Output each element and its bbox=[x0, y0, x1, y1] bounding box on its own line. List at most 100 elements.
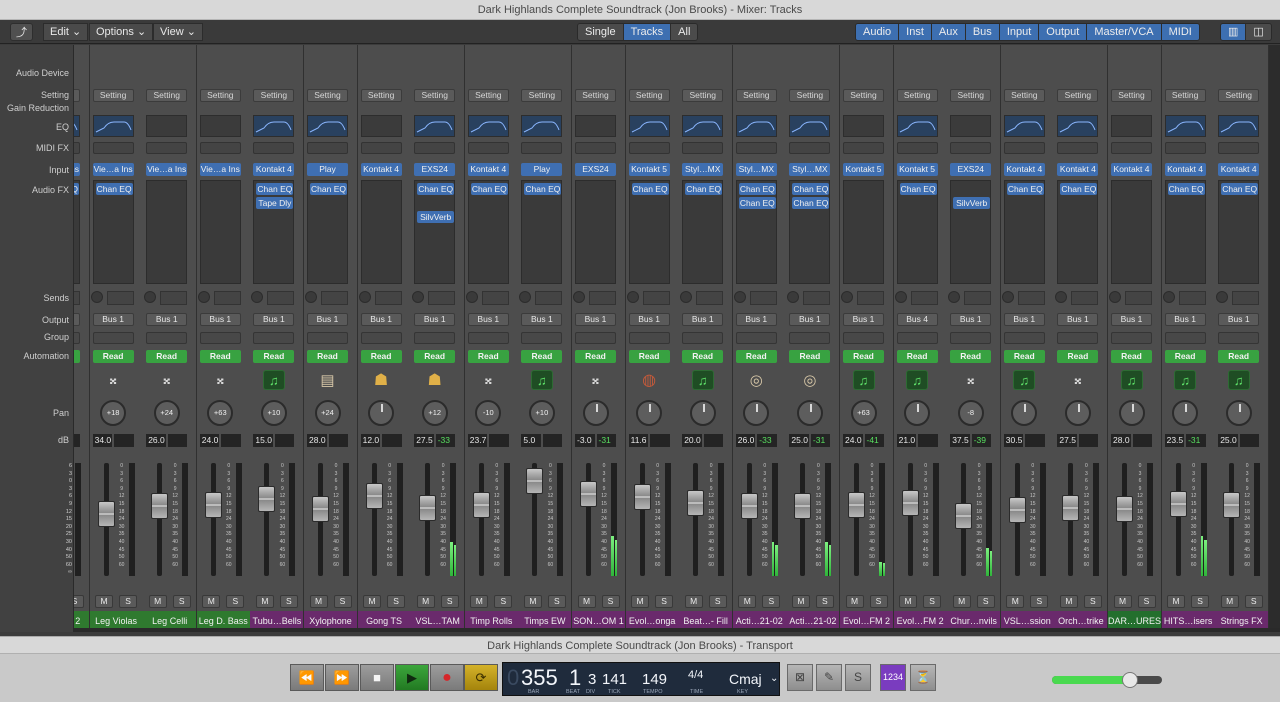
audio-fx-area[interactable]: Chan EQ Tape Dly bbox=[253, 180, 295, 284]
automation-mode-button[interactable]: Read bbox=[628, 350, 670, 363]
sends-slot[interactable] bbox=[1071, 291, 1099, 305]
options-menu[interactable]: Options ⌄ bbox=[89, 23, 154, 41]
send-knob[interactable] bbox=[197, 291, 210, 303]
chevron-down-icon[interactable]: ⌄ bbox=[770, 673, 778, 684]
midi-fx-slot[interactable] bbox=[1003, 142, 1045, 154]
fader-track[interactable] bbox=[1229, 463, 1235, 576]
stop-button[interactable]: ■ bbox=[360, 664, 394, 691]
send-knob[interactable] bbox=[465, 291, 478, 303]
record-button[interactable]: ● bbox=[430, 664, 464, 691]
audio-fx-area[interactable] bbox=[146, 180, 188, 284]
replace-icon[interactable]: ⊠ bbox=[787, 664, 813, 691]
send-knob[interactable] bbox=[144, 291, 157, 303]
fader-cap[interactable] bbox=[687, 490, 705, 516]
setting-button[interactable]: Setting bbox=[360, 89, 402, 102]
peak-level-value[interactable] bbox=[1078, 434, 1099, 447]
setting-button[interactable]: Setting bbox=[1218, 89, 1260, 102]
mute-button[interactable]: M bbox=[684, 595, 703, 608]
group-slot[interactable] bbox=[74, 332, 80, 344]
midi-fx-slot[interactable] bbox=[789, 142, 831, 154]
pan-knob[interactable]: +18 bbox=[100, 400, 127, 426]
sends-slot[interactable] bbox=[1232, 291, 1260, 305]
audio-fx-slot[interactable]: Chan EQ bbox=[1006, 183, 1044, 195]
peak-level-value[interactable]: -31 bbox=[596, 434, 616, 447]
eq-display[interactable] bbox=[1111, 115, 1152, 137]
pan-knob[interactable] bbox=[689, 400, 716, 426]
input-slot[interactable]: Kontakt 4 bbox=[360, 163, 402, 176]
input-slot[interactable]: Play bbox=[521, 163, 563, 176]
automation-mode-button[interactable]: Read bbox=[896, 350, 938, 363]
eq-display[interactable] bbox=[1003, 115, 1045, 137]
volume-fader[interactable]: 036912151824303540455060 bbox=[468, 463, 510, 578]
solo-button[interactable]: S bbox=[1244, 595, 1263, 608]
filter-audio[interactable]: Audio bbox=[856, 24, 900, 40]
audio-fx-area[interactable] bbox=[843, 180, 884, 284]
sends-slot[interactable] bbox=[642, 291, 670, 305]
output-slot[interactable]: Bus 1 bbox=[1164, 313, 1206, 326]
midi-fx-slot[interactable] bbox=[146, 142, 188, 154]
volume-fader[interactable]: 036912151824303540455060 bbox=[414, 463, 457, 578]
volume-fader[interactable]: 036912151824303540455060 bbox=[146, 463, 189, 578]
audio-fx-slot[interactable]: Chan EQ bbox=[899, 183, 937, 195]
output-slot[interactable]: Bus 1 bbox=[843, 313, 884, 326]
setting-button[interactable]: Setting bbox=[628, 89, 670, 102]
sends-slot[interactable] bbox=[481, 291, 509, 305]
send-knob[interactable] bbox=[733, 291, 746, 303]
group-slot[interactable] bbox=[1164, 332, 1206, 344]
sends-slot[interactable] bbox=[428, 291, 456, 305]
fader-cap[interactable] bbox=[204, 492, 222, 518]
input-slot[interactable]: Kontakt 5 bbox=[843, 163, 884, 176]
audio-fx-slot[interactable]: Tape Dly bbox=[256, 197, 294, 209]
fader-cap[interactable] bbox=[901, 490, 919, 516]
output-slot[interactable]: Bus 1 bbox=[467, 313, 509, 326]
automation-mode-button[interactable]: Read bbox=[575, 350, 616, 363]
mute-button[interactable]: M bbox=[1059, 595, 1078, 608]
input-slot[interactable]: Kontakt 4 bbox=[253, 163, 295, 176]
audio-fx-area[interactable]: SilvVerb bbox=[950, 180, 992, 284]
output-slot[interactable]: Bus 1 bbox=[146, 313, 188, 326]
sends-slot[interactable] bbox=[374, 291, 402, 305]
solo-button[interactable]: S bbox=[815, 595, 834, 608]
setting-button[interactable]: Setting bbox=[1003, 89, 1045, 102]
midi-fx-slot[interactable] bbox=[735, 142, 777, 154]
audio-fx-area[interactable]: Chan EQ Chan EQ bbox=[735, 180, 777, 284]
volume-fader[interactable]: 036912151824303540455060 bbox=[629, 463, 671, 578]
setting-button[interactable]: Setting bbox=[575, 89, 616, 102]
volume-db-value[interactable]: 26.0 bbox=[735, 434, 756, 447]
audio-fx-slot[interactable]: SilvVerb bbox=[953, 197, 991, 209]
output-slot[interactable]: Bus 1 bbox=[92, 313, 134, 326]
setting-button[interactable]: Setting bbox=[253, 89, 295, 102]
mute-button[interactable]: M bbox=[845, 595, 864, 608]
eq-display[interactable] bbox=[1218, 115, 1260, 137]
solo-button[interactable]: S bbox=[1191, 595, 1210, 608]
audio-fx-area[interactable]: Chan EQ bbox=[521, 180, 563, 284]
audio-fx-area[interactable]: Chan EQ bbox=[92, 180, 134, 284]
mixer-horizontal-scrollbar[interactable] bbox=[74, 628, 1280, 632]
audio-fx-slot[interactable]: Chan EQ bbox=[738, 197, 776, 209]
solo-mode-icon[interactable]: S bbox=[845, 664, 871, 691]
pan-knob[interactable]: +63 bbox=[850, 400, 877, 426]
peak-level-value[interactable] bbox=[382, 434, 402, 447]
metronome-icon[interactable]: ⏳ bbox=[910, 664, 936, 691]
audio-fx-slot[interactable]: Chan EQ bbox=[310, 183, 347, 195]
input-slot[interactable]: Kontakt 4 bbox=[1164, 163, 1206, 176]
automation-mode-button[interactable]: Read bbox=[92, 350, 134, 363]
fader-cap[interactable] bbox=[151, 493, 169, 519]
pan-knob[interactable]: +12 bbox=[421, 400, 448, 426]
setting-button[interactable]: Setting bbox=[467, 89, 509, 102]
solo-button[interactable]: S bbox=[119, 595, 138, 608]
fast-forward-button[interactable]: ⏩ bbox=[325, 664, 359, 691]
fader-cap[interactable] bbox=[740, 493, 758, 519]
output-slot[interactable]: Bus 1 bbox=[360, 313, 402, 326]
input-slot[interactable]: Play bbox=[307, 163, 348, 176]
audio-fx-area[interactable]: Chan EQ bbox=[1003, 180, 1045, 284]
group-slot[interactable] bbox=[896, 332, 938, 344]
peak-level-value[interactable] bbox=[221, 434, 241, 447]
input-slot[interactable]: Styl…MX bbox=[789, 163, 831, 176]
fader-cap[interactable] bbox=[580, 481, 597, 507]
group-slot[interactable] bbox=[1111, 332, 1152, 344]
volume-db-value[interactable]: 15.0 bbox=[253, 434, 273, 447]
mute-button[interactable]: M bbox=[309, 595, 328, 608]
filter-bus[interactable]: Bus bbox=[965, 24, 1000, 40]
fader-track[interactable] bbox=[371, 463, 377, 576]
